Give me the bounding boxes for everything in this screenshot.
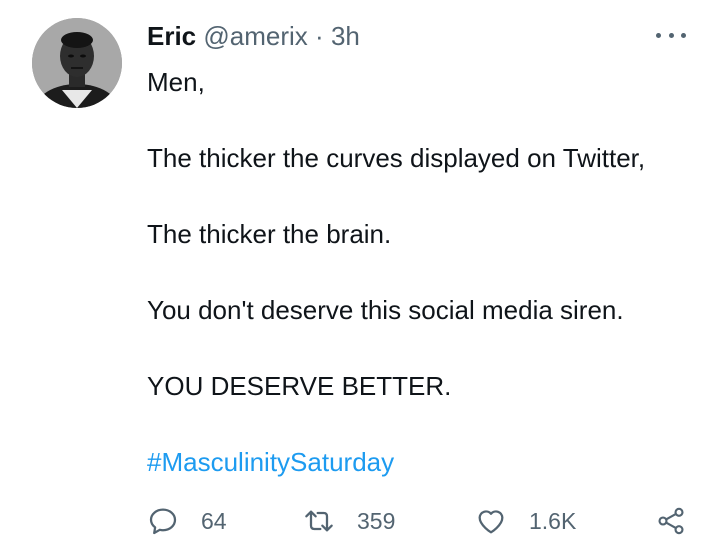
tweet-line: You don't deserve this social media sire… (147, 295, 624, 325)
tweet-line: YOU DESERVE BETTER. (147, 371, 452, 401)
share-icon (658, 507, 684, 535)
reply-button[interactable]: 64 (147, 503, 227, 539)
share-button[interactable] (655, 503, 687, 539)
heart-icon (478, 510, 504, 534)
more-dot (681, 32, 686, 38)
author-handle[interactable]: @amerix (203, 21, 307, 51)
tweet-line: The thicker the curves displayed on Twit… (147, 143, 646, 173)
reply-count: 64 (201, 507, 227, 534)
more-options-button[interactable] (656, 22, 686, 48)
header-separator: · (315, 21, 324, 51)
retweet-button[interactable]: 359 (303, 503, 395, 539)
like-button[interactable]: 1.6K (475, 503, 576, 539)
reply-icon (149, 508, 177, 535)
retweet-count: 359 (357, 507, 396, 534)
tweet-line: The thicker the brain. (147, 219, 392, 249)
tweet-actions: 64 359 1.6K (147, 503, 692, 539)
retweet-icon (305, 510, 333, 532)
more-horizontal-icon (656, 32, 661, 38)
tweet-text: Men, The thicker the curves displayed on… (147, 66, 697, 478)
hashtag-link[interactable]: #MasculinitySaturday (147, 446, 697, 478)
profile-photo (32, 18, 122, 108)
like-count: 1.6K (529, 507, 577, 534)
tweet-header: Eric @amerix · 3h (147, 20, 360, 52)
more-dot (668, 32, 674, 38)
tweet-line: Men, (147, 67, 205, 97)
author-name[interactable]: Eric (147, 21, 196, 51)
avatar[interactable] (32, 18, 122, 108)
tweet-timestamp[interactable]: 3h (331, 21, 360, 51)
